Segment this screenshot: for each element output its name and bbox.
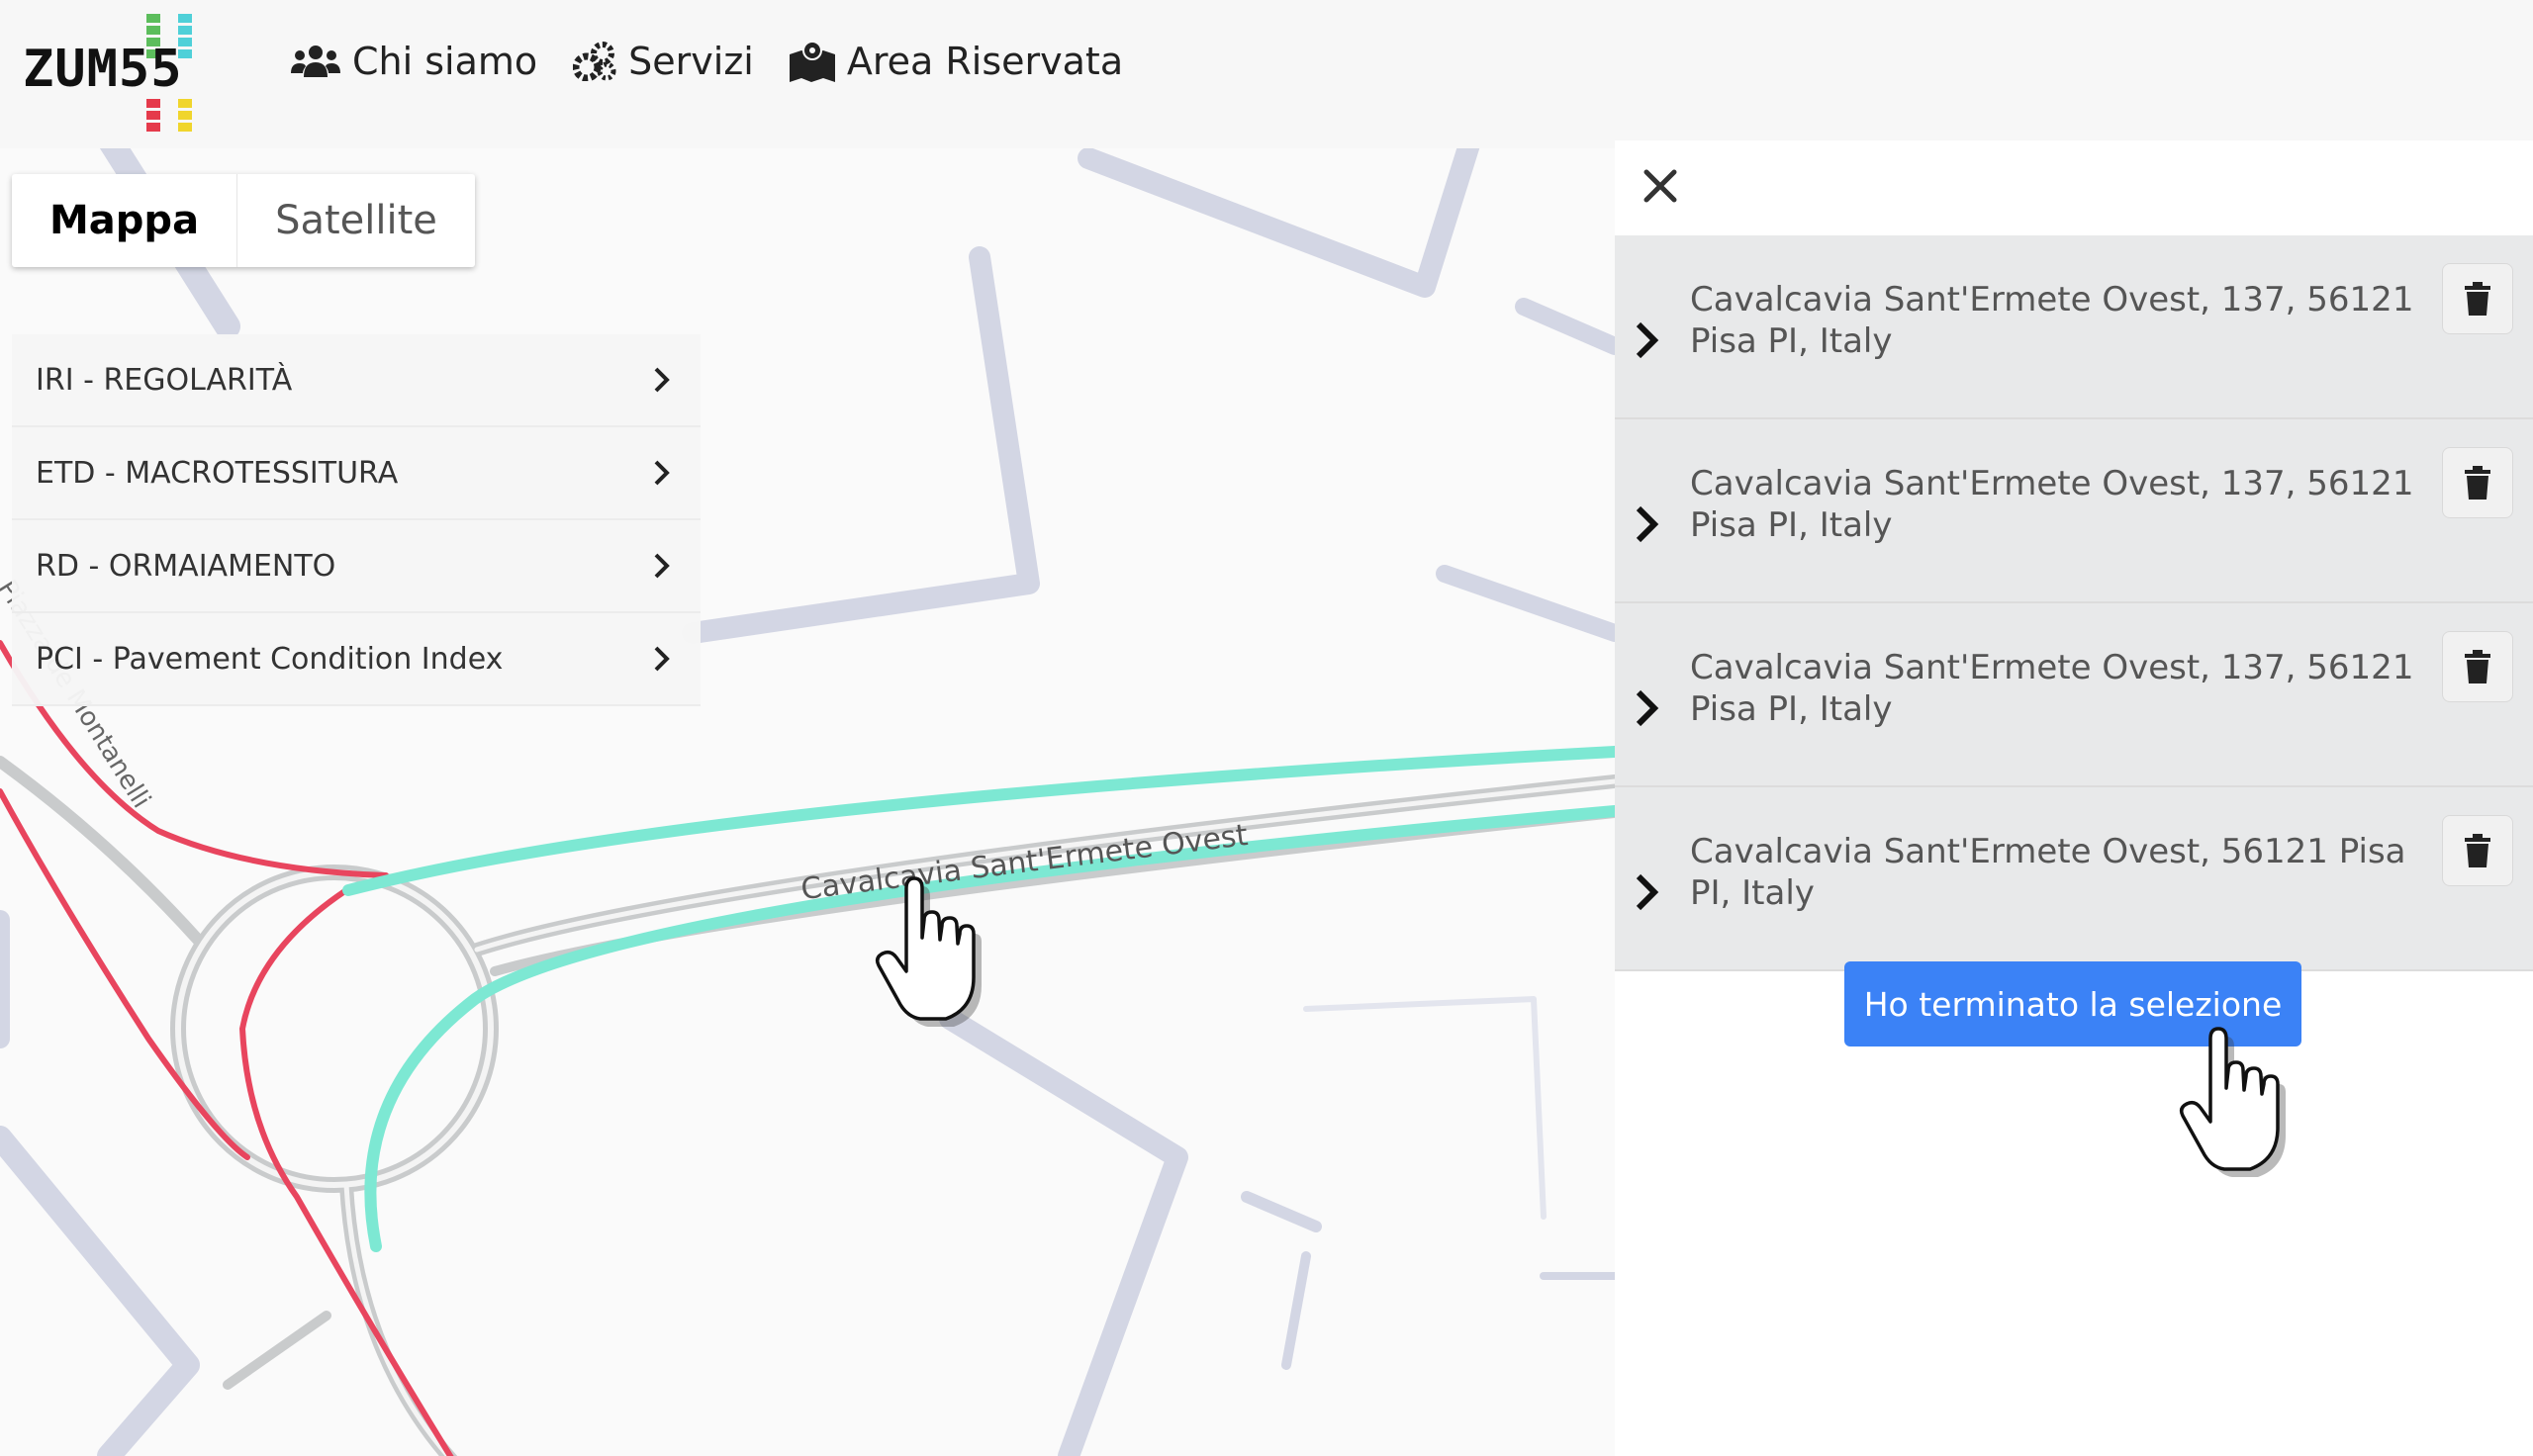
hand-pointer-cursor-icon [2179, 1027, 2286, 1177]
result-item[interactable]: Cavalcavia Sant'Ermete Ovest, 56121 Pisa… [1615, 787, 2533, 971]
users-icon [291, 46, 340, 77]
building-outline [1078, 148, 1480, 298]
building-outline [682, 246, 1040, 644]
trash-icon [2465, 466, 2490, 500]
delete-button[interactable] [2442, 263, 2513, 334]
result-address: Cavalcavia Sant'Ermete Ovest, 137, 56121… [1690, 648, 2414, 729]
layer-rd[interactable]: RD - ORMAIAMENTO [12, 520, 701, 613]
result-item[interactable]: Cavalcavia Sant'Ermete Ovest, 137, 56121… [1615, 235, 2533, 419]
result-item[interactable]: Cavalcavia Sant'Ermete Ovest, 137, 56121… [1615, 603, 2533, 787]
building-outline [1515, 298, 1615, 355]
building-outline [1436, 565, 1615, 642]
chevron-right-icon [654, 460, 670, 486]
nav-label: Area Riservata [846, 40, 1124, 83]
zum55-logo[interactable]: ZUM55 [20, 12, 218, 132]
layer-etd[interactable]: ETD - MACROTESSITURA [12, 427, 701, 520]
logo-text: ZUM55 [23, 40, 183, 99]
chevron-right-icon[interactable] [1633, 318, 1662, 362]
nav-label: Servizi [628, 40, 754, 83]
delete-button[interactable] [2442, 631, 2513, 702]
result-address: Cavalcavia Sant'Ermete Ovest, 56121 Pisa… [1690, 832, 2406, 913]
map-marker-icon [789, 41, 835, 82]
delete-button[interactable] [2442, 815, 2513, 886]
nav-chi-siamo[interactable]: Chi siamo [291, 40, 537, 83]
trash-icon [2465, 282, 2490, 316]
results-list: Cavalcavia Sant'Ermete Ovest, 137, 56121… [1615, 235, 2533, 971]
trash-icon [2465, 650, 2490, 683]
hand-pointer-cursor-icon [875, 876, 982, 1027]
layer-label: PCI - Pavement Condition Index [36, 641, 504, 677]
selection-panel: Cavalcavia Sant'Ermete Ovest, 137, 56121… [1615, 140, 2533, 1456]
building-outline [1303, 996, 1547, 1220]
layer-label: ETD - MACROTESSITURA [36, 455, 399, 491]
nav-label: Chi siamo [352, 40, 538, 83]
map-type-control: Mappa Satellite [12, 174, 475, 267]
building-outline [1281, 1251, 1311, 1370]
trash-icon [2465, 834, 2490, 867]
building-outline [1241, 1191, 1322, 1232]
chevron-right-icon [654, 553, 670, 579]
building-outline [0, 1126, 200, 1456]
delete-button[interactable] [2442, 447, 2513, 518]
building-outline [939, 1008, 1188, 1456]
chevron-right-icon[interactable] [1633, 502, 1662, 546]
map-type-satellite-button[interactable]: Satellite [237, 174, 475, 267]
result-address: Cavalcavia Sant'Ermete Ovest, 137, 56121… [1690, 280, 2414, 361]
layer-label: RD - ORMAIAMENTO [36, 548, 336, 584]
close-icon[interactable] [1635, 160, 1686, 212]
chevron-right-icon [654, 367, 670, 393]
result-address: Cavalcavia Sant'Ermete Ovest, 137, 56121… [1690, 464, 2414, 545]
chevron-right-icon[interactable] [1633, 686, 1662, 730]
nav-servizi[interactable]: Servizi [573, 40, 754, 83]
chevron-right-icon[interactable] [1633, 870, 1662, 914]
layer-pci[interactable]: PCI - Pavement Condition Index [12, 613, 701, 706]
nav-area-riservata[interactable]: Area Riservata [789, 40, 1124, 83]
map-type-map-button[interactable]: Mappa [12, 174, 238, 267]
chevron-right-icon [654, 646, 670, 672]
result-item[interactable]: Cavalcavia Sant'Ermete Ovest, 137, 56121… [1615, 419, 2533, 603]
main-nav: Chi siamo Servizi Area Riservata [291, 40, 1123, 83]
layer-iri[interactable]: IRI - REGOLARITÀ [12, 334, 701, 427]
top-navbar: ZUM55 Chi siamo Servizi Area Riservata [0, 0, 2533, 148]
layer-menu: IRI - REGOLARITÀ ETD - MACROTESSITURA RD… [12, 334, 701, 706]
layer-label: IRI - REGOLARITÀ [36, 362, 293, 398]
cogs-icon [573, 42, 616, 81]
